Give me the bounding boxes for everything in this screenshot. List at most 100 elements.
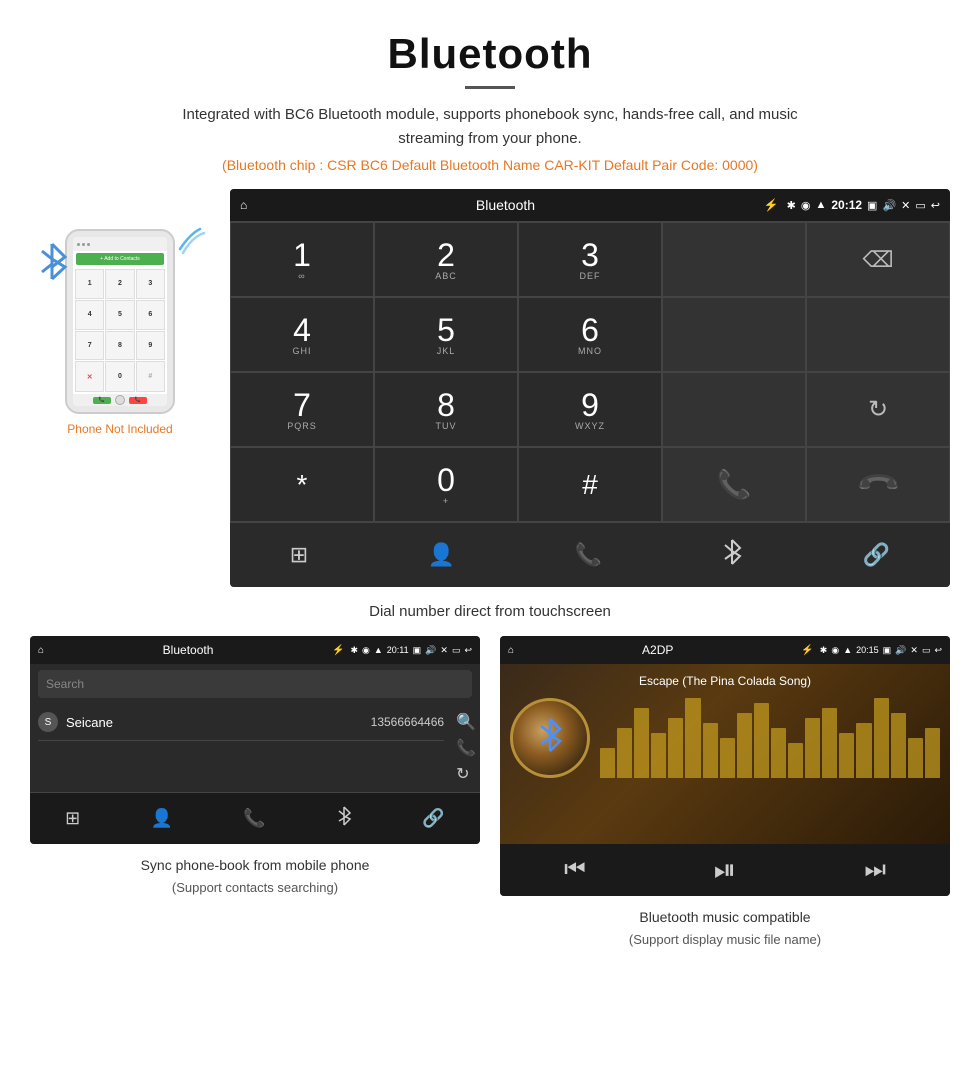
pb-back-icon[interactable]: ↩ [464,645,472,656]
key-8[interactable]: 8 TUV [374,372,518,447]
phone-key[interactable]: ✕ [75,361,104,392]
status-time: 20:12 [831,198,862,212]
phone-key[interactable]: 4 [75,300,104,330]
phone-status-bar: + Add to Contacts [76,253,164,265]
pb-phone-icon[interactable]: 📞 [243,808,265,829]
pb-link-icon[interactable]: 🔗 [422,808,444,829]
dialpad-icon[interactable]: ⊞ [290,542,308,568]
key-5[interactable]: 5 JKL [374,297,518,372]
music-back-icon[interactable]: ↩ [934,645,942,656]
music-controls: ⏮ ⏯ ⏭ [500,844,950,896]
phone-key[interactable]: 0 [105,361,134,392]
key-3[interactable]: 3 DEF [518,222,662,297]
key-reload[interactable]: ↻ [806,372,950,447]
pb-vol-icon[interactable]: 🔊 [425,645,436,656]
pb-bluetooth-icon[interactable] [336,806,352,831]
viz-bar [685,698,700,778]
key-hash[interactable]: # [518,447,662,522]
key-star[interactable]: * [230,447,374,522]
phonebook-item: ⌂ Bluetooth ⚡ ✱ ◉ ▲ 20:11 ▣ 🔊 ✕ ▭ ↩ Sear… [30,636,480,951]
viz-bar [788,743,803,778]
phonebook-screen: ⌂ Bluetooth ⚡ ✱ ◉ ▲ 20:11 ▣ 🔊 ✕ ▭ ↩ Sear… [30,636,480,844]
bluetooth-action-icon[interactable] [721,538,743,572]
pb-call-icon[interactable]: 📞 [456,738,476,758]
pb-close-icon[interactable]: ✕ [440,645,448,656]
pb-right-col: 🔍 📞 ↻ [452,704,480,792]
phone-key[interactable]: 3 [136,269,165,299]
next-icon[interactable]: ⏭ [864,856,886,884]
pb-bt-icon: ✱ [350,645,358,656]
phone-icon[interactable]: 📞 [575,542,602,568]
link-icon[interactable]: 🔗 [863,542,890,568]
phone-key[interactable]: 2 [105,269,134,299]
viz-bar [668,718,683,778]
pb-contacts-wrapper: S Seicane 13566664466 🔍 📞 ↻ [30,704,480,792]
music-visualizer [600,698,940,778]
key-4[interactable]: 4 GHI [230,297,374,372]
contacts-icon[interactable]: 👤 [428,542,455,568]
music-rect-icon[interactable]: ▭ [922,645,931,656]
music-screen: ⌂ A2DP ⚡ ✱ ◉ ▲ 20:15 ▣ 🔊 ✕ ▭ ↩ Escape (T… [500,636,950,896]
prev-icon[interactable]: ⏮ [564,856,586,884]
back-status-icon[interactable]: ↩ [931,199,940,212]
viz-bar [720,738,735,778]
music-close-icon[interactable]: ✕ [910,645,918,656]
bt-status-icon: ✱ [787,199,796,212]
viz-bar [634,708,649,778]
main-action-bar: ⊞ 👤 📞 🔗 [230,522,950,587]
viz-bar [617,728,632,778]
viz-bar [754,703,769,778]
music-home-icon[interactable]: ⌂ [508,645,514,656]
main-status-bar: ⌂ Bluetooth ⚡ ✱ ◉ ▲ 20:12 ▣ 🔊 ✕ ▭ ↩ [230,189,950,221]
viz-bar [771,728,786,778]
phone-key[interactable]: 6 [136,300,165,330]
key-6[interactable]: 6 MNO [518,297,662,372]
contact-row[interactable]: S Seicane 13566664466 [38,704,444,741]
viz-bar [651,733,666,778]
viz-bar [891,713,906,778]
music-status-icons: ✱ ◉ ▲ 20:15 ▣ 🔊 ✕ ▭ ↩ [820,645,942,656]
usb-icon: ⚡ [764,198,779,212]
music-status-bar: ⌂ A2DP ⚡ ✱ ◉ ▲ 20:15 ▣ 🔊 ✕ ▭ ↩ [500,636,950,664]
key-call-red[interactable]: 📞 [806,447,950,522]
phone-key[interactable]: # [136,361,165,392]
phone-screen: + Add to Contacts 1 2 3 4 5 6 7 8 9 ✕ 0 [73,237,167,406]
music-cam-icon[interactable]: ▣ [883,645,892,656]
pb-usb-icon: ⚡ [332,645,344,656]
pb-loc-icon: ◉ [362,645,370,656]
pb-search-text: Search [46,677,84,691]
play-pause-icon[interactable]: ⏯ [714,854,736,887]
key-9[interactable]: 9 WXYZ [518,372,662,447]
key-2[interactable]: 2 ABC [374,222,518,297]
pb-dialpad-icon[interactable]: ⊞ [65,808,80,829]
phone-key[interactable]: 7 [75,331,104,361]
key-1[interactable]: 1 ∞ [230,222,374,297]
phone-key[interactable]: 8 [105,331,134,361]
rect-status-icon[interactable]: ▭ [915,199,925,212]
camera-status-icon[interactable]: ▣ [867,199,877,212]
pb-home-icon[interactable]: ⌂ [38,645,44,656]
key-backspace[interactable]: ⌫ [806,222,950,297]
phone-key[interactable]: 1 [75,269,104,299]
pb-caption: Sync phone-book from mobile phone (Suppo… [141,854,370,899]
key-0[interactable]: 0 + [374,447,518,522]
key-call-green[interactable]: 📞 [662,447,806,522]
pb-search-bar[interactable]: Search [38,670,472,698]
home-icon[interactable]: ⌂ [240,198,247,212]
signal-status-icon: ▲ [815,199,826,211]
music-vol-icon[interactable]: 🔊 [895,645,906,656]
page-description: Integrated with BC6 Bluetooth module, su… [180,103,800,151]
viz-bar [839,733,854,778]
close-status-icon[interactable]: ✕ [901,199,910,212]
pb-cam-icon[interactable]: ▣ [413,645,422,656]
location-status-icon: ◉ [801,199,811,212]
volume-status-icon[interactable]: 🔊 [882,199,896,212]
pb-contacts-icon[interactable]: 👤 [151,808,173,829]
bluetooth-large-icon [35,239,70,292]
pb-search-icon[interactable]: 🔍 [456,712,476,732]
pb-rect-icon[interactable]: ▭ [452,645,461,656]
pb-sync-icon[interactable]: ↻ [456,764,476,784]
phone-key[interactable]: 5 [105,300,134,330]
key-7[interactable]: 7 PQRS [230,372,374,447]
phone-key[interactable]: 9 [136,331,165,361]
